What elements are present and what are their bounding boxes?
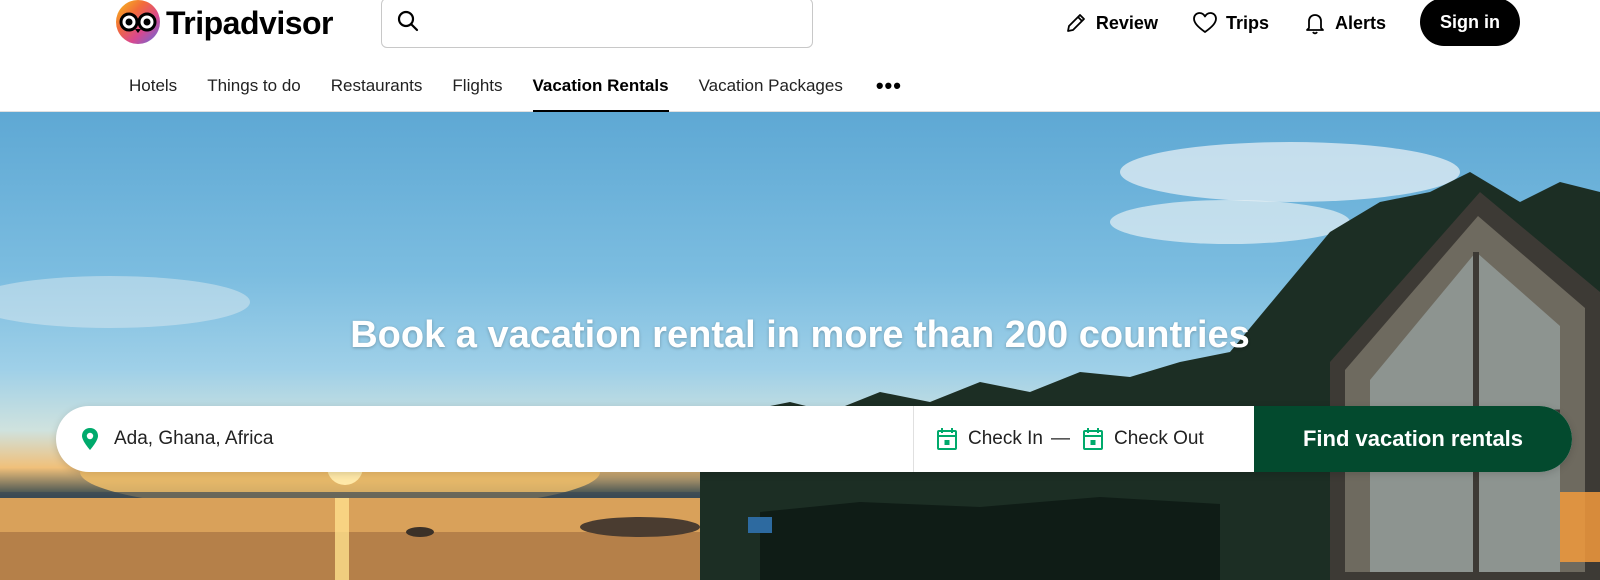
location-value: Ada, Ghana, Africa	[114, 428, 274, 449]
trips-label: Trips	[1225, 12, 1269, 33]
tab-flights[interactable]: Flights	[437, 60, 517, 112]
alerts-link[interactable]: Alerts	[1303, 11, 1386, 35]
sign-in-button[interactable]: Sign in	[1420, 0, 1520, 46]
location-field[interactable]: Ada, Ghana, Africa	[56, 406, 914, 472]
header-actions: Review Trips Alerts Sign in	[1064, 0, 1520, 46]
check-in-field[interactable]: Check In	[936, 427, 1043, 451]
search-input[interactable]	[430, 14, 800, 32]
hero-title: Book a vacation rental in more than 200 …	[350, 314, 1250, 356]
category-tabs: Hotels Things to do Restaurants Flights …	[114, 60, 920, 112]
date-range: Check In — Check Out	[914, 406, 1254, 472]
owl-logo-icon	[114, 0, 162, 46]
more-icon[interactable]: •••	[858, 60, 920, 112]
tripadvisor-logo[interactable]: Tripadvisor	[114, 0, 334, 46]
search-bar[interactable]	[381, 0, 813, 48]
check-in-label: Check In	[968, 428, 1043, 449]
alerts-label: Alerts	[1334, 12, 1386, 33]
tab-vacation-rentals[interactable]: Vacation Rentals	[518, 60, 684, 112]
pencil-icon	[1067, 14, 1085, 32]
calendar-icon	[937, 428, 957, 450]
logo-wordmark: Tripadvisor	[166, 4, 334, 41]
map-pin-icon	[82, 428, 98, 450]
review-label: Review	[1095, 12, 1158, 33]
find-vacation-rentals-button[interactable]: Find vacation rentals	[1254, 406, 1572, 472]
check-out-field[interactable]: Check Out	[1082, 427, 1204, 451]
check-out-label: Check Out	[1113, 428, 1204, 449]
site-header: Tripadvisor Review Trips Alerts Sign in …	[0, 0, 1600, 112]
tab-hotels[interactable]: Hotels	[114, 60, 192, 112]
bell-icon	[1306, 14, 1324, 35]
heart-icon	[1193, 12, 1217, 33]
tab-things-to-do[interactable]: Things to do	[192, 60, 316, 112]
rental-search-bar: Ada, Ghana, Africa Check In — Check Out …	[56, 406, 1572, 472]
calendar-icon	[1082, 428, 1103, 450]
tab-restaurants[interactable]: Restaurants	[316, 60, 438, 112]
date-separator: —	[1050, 428, 1070, 449]
tab-vacation-packages[interactable]: Vacation Packages	[684, 60, 858, 112]
review-link[interactable]: Review	[1064, 11, 1158, 35]
search-icon	[396, 9, 420, 38]
trips-link[interactable]: Trips	[1192, 11, 1269, 35]
hero-banner: Book a vacation rental in more than 200 …	[0, 112, 1600, 580]
